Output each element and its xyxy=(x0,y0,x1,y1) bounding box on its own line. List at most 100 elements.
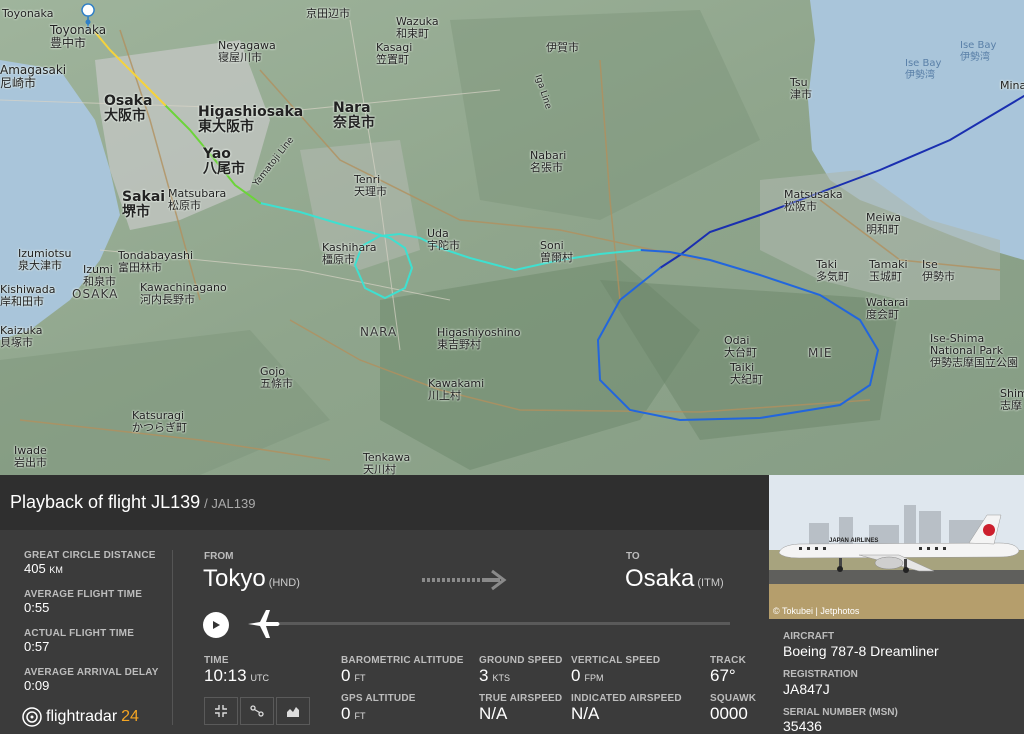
metric-value: 0 xyxy=(341,704,351,723)
playback-timeline[interactable] xyxy=(262,622,730,625)
to-city-name: Osaka xyxy=(625,565,695,592)
metric-vertical-speed: VERTICAL SPEED 0 FPM xyxy=(571,655,660,686)
map-label: 笠置町 xyxy=(376,53,409,66)
map-label: 五條市 xyxy=(260,377,293,390)
compress-icon xyxy=(215,705,227,717)
flightradar-logo[interactable]: flightradar 24 xyxy=(22,707,139,727)
map-label: 京田辺市 xyxy=(306,7,350,20)
panel-header: Playback of flight JL139/ JAL139 xyxy=(0,475,769,530)
metric-label: GPS ALTITUDE xyxy=(341,693,416,704)
map-label: かつらぎ町 xyxy=(132,421,187,434)
metric-label: INDICATED AIRSPEED xyxy=(571,693,682,704)
airplane-slider-icon[interactable] xyxy=(246,608,282,640)
map-label: Toyonaka xyxy=(50,23,107,37)
logo-number: 24 xyxy=(121,708,139,725)
map-label: 名張市 xyxy=(530,161,563,174)
map-label: 志摩 xyxy=(1000,399,1022,412)
map-label: 岸和田市 xyxy=(0,295,44,308)
chart-button[interactable] xyxy=(276,697,310,725)
route-button[interactable] xyxy=(240,697,274,725)
map-label: NARA xyxy=(360,325,398,339)
altitude-chart-icon xyxy=(287,707,299,717)
metric-time: TIME 10:13 UTC xyxy=(204,655,269,686)
map-label: Yao xyxy=(203,146,231,162)
registration-label: REGISTRATION xyxy=(783,669,858,680)
map-label: Nara xyxy=(333,100,371,116)
metric-unit: FT xyxy=(354,711,366,721)
from-city[interactable]: Tokyo (HND) xyxy=(203,565,300,593)
flight-title: Playback of flight JL139 xyxy=(10,492,201,512)
map-label: 曽爾村 xyxy=(540,251,573,264)
stat-actual-time: ACTUAL FLIGHT TIME 0:57 xyxy=(24,628,134,654)
registration-value[interactable]: JA847J xyxy=(783,681,830,697)
metric-value: N/A xyxy=(571,704,600,723)
map-label: 玉城町 xyxy=(869,270,902,283)
metric-gps-altitude: GPS ALTITUDE 0 FT xyxy=(341,693,416,724)
from-city-name: Tokyo xyxy=(203,565,266,592)
aircraft-photo[interactable]: JAPAN AIRLINES © Tokubei | Jetphotos xyxy=(769,475,1024,619)
stat-avg-time: AVERAGE FLIGHT TIME 0:55 xyxy=(24,589,142,615)
map-label: Toyonaka xyxy=(2,7,54,20)
map-label: Ise Bay xyxy=(905,58,942,69)
panel-divider xyxy=(172,550,173,725)
metric-label: VERTICAL SPEED xyxy=(571,655,661,666)
playback-panel: Playback of flight JL139/ JAL139 GREAT C… xyxy=(0,475,769,733)
stat-value: 0:55 xyxy=(24,600,50,615)
map-label: 和束町 xyxy=(396,27,429,40)
metric-track: TRACK 67° xyxy=(710,655,746,686)
to-city[interactable]: Osaka (ITM) xyxy=(625,565,724,593)
map-label: 八尾市 xyxy=(203,161,245,177)
stat-label: GREAT CIRCLE DISTANCE xyxy=(24,550,156,561)
map-label: 奈良市 xyxy=(333,115,375,131)
map-label: 天川村 xyxy=(363,463,396,476)
metric-label: BAROMETRIC ALTITUDE xyxy=(341,655,464,666)
metric-squawk: SQUAWK 0000 xyxy=(710,693,756,724)
metric-true-airspeed: TRUE AIRSPEED N/A xyxy=(479,693,562,724)
stat-label: ACTUAL FLIGHT TIME xyxy=(24,628,135,639)
metric-value: 3 xyxy=(479,666,489,685)
map-label: 岩出市 xyxy=(14,456,47,469)
map-label: 大紀町 xyxy=(730,373,763,386)
metric-value: N/A xyxy=(479,704,508,723)
panel-title: Playback of flight JL139/ JAL139 xyxy=(10,492,255,513)
map-canvas[interactable] xyxy=(0,0,1024,475)
metric-label: SQUAWK xyxy=(710,693,757,704)
from-label: FROM xyxy=(204,551,234,562)
map-label: 度会町 xyxy=(866,308,899,321)
map-label: 伊勢湾 xyxy=(960,52,990,63)
photo-credit[interactable]: © Tokubei | Jetphotos xyxy=(773,606,859,616)
to-label: TO xyxy=(626,551,640,562)
serial-label: SERIAL NUMBER (MSN) xyxy=(783,707,898,718)
metric-value: 0 xyxy=(571,666,581,685)
from-code: (HND) xyxy=(268,577,300,589)
metric-value: 10:13 xyxy=(204,666,247,685)
metric-value: 67° xyxy=(710,666,736,685)
center-map-button[interactable] xyxy=(204,697,238,725)
play-icon xyxy=(213,621,220,629)
flight-map[interactable]: Toyonaka Toyonaka 豊中市 Amagasaki 尼崎市 Osaka 大… xyxy=(0,0,1024,475)
map-label: 堺市 xyxy=(122,204,150,220)
radar-icon xyxy=(22,707,42,727)
map-label: 伊勢志摩国立公園 xyxy=(930,356,1018,369)
map-label: 東大阪市 xyxy=(198,119,254,135)
map-label: OSAKA xyxy=(72,287,119,301)
map-label: Amagasaki xyxy=(0,63,67,77)
stat-value: 0:09 xyxy=(24,678,50,693)
map-label: 貝塚市 xyxy=(0,336,33,349)
map-label: 松原市 xyxy=(168,199,201,212)
aircraft-label: AIRCRAFT xyxy=(783,631,835,642)
stat-value: 405 xyxy=(24,561,46,576)
route-icon xyxy=(250,705,264,717)
map-label: 宇陀市 xyxy=(427,239,460,252)
play-button[interactable] xyxy=(203,612,229,638)
map-label: 河内長野市 xyxy=(140,293,195,306)
map-label: 豊中市 xyxy=(50,36,87,50)
map-label: 伊賀市 xyxy=(546,41,579,54)
metric-value: 0000 xyxy=(710,704,748,723)
aircraft-panel: JAPAN AIRLINES © Tokubei | Jetphotos AIR… xyxy=(769,475,1024,734)
metric-unit: FPM xyxy=(584,673,604,683)
map-label: 橿原市 xyxy=(322,253,355,266)
map-label: 川上村 xyxy=(428,389,461,402)
map-label: Osaka xyxy=(104,93,153,109)
map-label: 津市 xyxy=(790,88,812,101)
